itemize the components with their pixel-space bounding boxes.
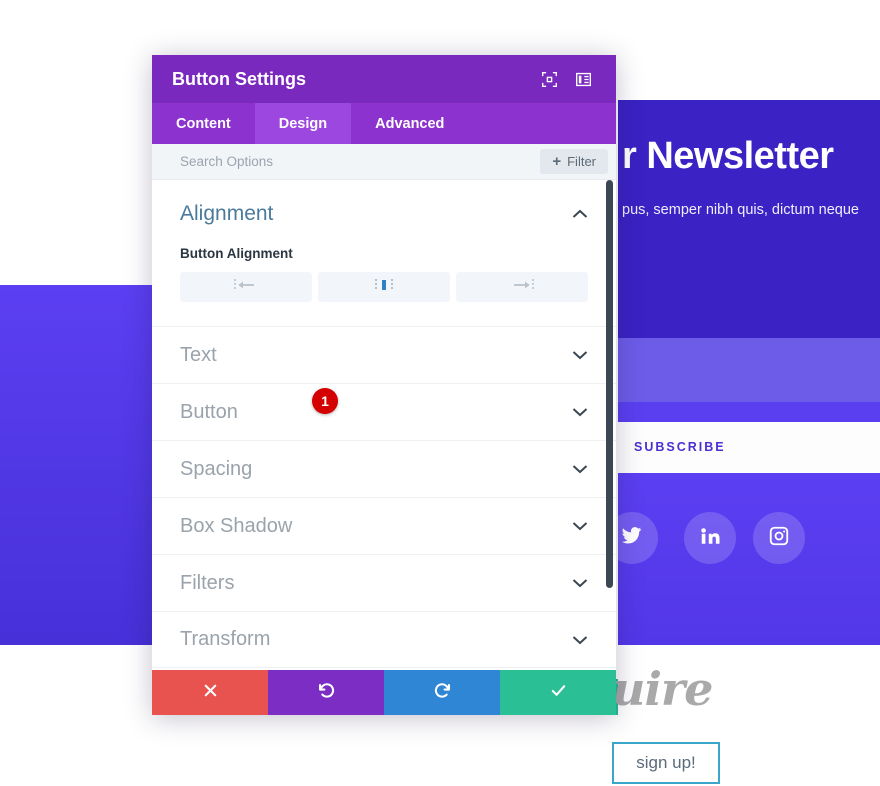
chevron-up-icon[interactable] bbox=[572, 207, 588, 221]
accordion-row-button[interactable]: Button bbox=[152, 383, 616, 440]
newsletter-heading: r Newsletter bbox=[622, 135, 834, 177]
chevron-down-icon[interactable] bbox=[572, 633, 588, 647]
step-badge-1: 1 bbox=[312, 388, 338, 414]
accordion-label: Transform bbox=[180, 628, 271, 650]
accordion-label: Filters bbox=[180, 571, 235, 594]
cancel-button[interactable] bbox=[152, 670, 268, 715]
accordion-label: Button bbox=[180, 400, 238, 423]
social-link-instagram[interactable] bbox=[753, 512, 805, 564]
alignment-section-title: Alignment bbox=[180, 202, 274, 225]
align-left-icon bbox=[232, 277, 260, 298]
alignment-section-header[interactable]: Alignment bbox=[180, 202, 588, 226]
accordion-row-filters[interactable]: Filters bbox=[152, 554, 616, 611]
tab-content-label: Content bbox=[176, 115, 231, 132]
plus-icon: + bbox=[552, 153, 562, 170]
accordion-row-box-shadow[interactable]: Box Shadow bbox=[152, 497, 616, 554]
modal-tabs: Content Design Advanced bbox=[152, 103, 616, 144]
close-icon bbox=[201, 681, 220, 705]
redo-button[interactable] bbox=[384, 670, 500, 715]
align-right-icon bbox=[508, 277, 536, 298]
search-options-bar: Search Options + Filter bbox=[152, 144, 616, 180]
undo-icon bbox=[317, 681, 336, 705]
modal-title: Button Settings bbox=[172, 68, 306, 89]
search-input[interactable]: Search Options bbox=[180, 154, 540, 169]
accordion-label: Box Shadow bbox=[180, 514, 293, 537]
alignment-section: Alignment Button Alignment bbox=[152, 180, 616, 310]
accordion-row-spacing[interactable]: Spacing bbox=[152, 440, 616, 497]
align-right-option[interactable] bbox=[456, 272, 588, 302]
modal-action-bar bbox=[152, 670, 616, 715]
subscribe-button-label: SUBSCRIBE bbox=[634, 440, 726, 454]
accordion-label: Spacing bbox=[180, 457, 253, 480]
tab-design[interactable]: Design bbox=[254, 103, 352, 144]
chevron-down-icon[interactable] bbox=[572, 348, 588, 362]
tab-design-label: Design bbox=[278, 115, 328, 132]
signup-button-label: sign up! bbox=[636, 753, 696, 772]
button-alignment-label: Button Alignment bbox=[180, 246, 293, 261]
redo-icon bbox=[433, 681, 452, 705]
panel-layout-icon[interactable] bbox=[570, 66, 596, 92]
linkedin-icon bbox=[699, 525, 721, 552]
button-settings-modal: Button Settings Content Design Advanced … bbox=[152, 55, 616, 715]
newsletter-form-divider bbox=[618, 402, 880, 422]
align-center-option[interactable] bbox=[318, 272, 450, 302]
undo-button[interactable] bbox=[268, 670, 384, 715]
social-link-linkedin[interactable] bbox=[684, 512, 736, 564]
button-alignment-control bbox=[180, 272, 588, 302]
signup-button[interactable]: sign up! bbox=[612, 742, 720, 784]
tab-content[interactable]: Content bbox=[152, 103, 255, 144]
accordion-label: Text bbox=[180, 343, 217, 366]
chevron-down-icon[interactable] bbox=[572, 576, 588, 590]
align-left-option[interactable] bbox=[180, 272, 312, 302]
chevron-down-icon[interactable] bbox=[572, 462, 588, 476]
modal-titlebar: Button Settings bbox=[152, 55, 616, 103]
site-logo: uire bbox=[612, 662, 713, 716]
newsletter-subtext: pus, semper nibh quis, dictum neque bbox=[622, 202, 859, 218]
instagram-icon bbox=[768, 525, 790, 552]
align-center-icon bbox=[370, 277, 398, 298]
modal-body: Alignment Button Alignment 1 Text Button… bbox=[152, 180, 616, 670]
save-button[interactable] bbox=[500, 670, 616, 715]
modal-scrollbar[interactable] bbox=[606, 180, 613, 588]
tab-advanced-label: Advanced bbox=[375, 115, 445, 132]
accordion-row-transform[interactable]: Transform bbox=[152, 611, 616, 668]
expand-fullscreen-icon[interactable] bbox=[536, 66, 562, 92]
design-options-accordion: Text Button Spacing Box Shadow Filters T… bbox=[152, 326, 616, 668]
accordion-row-text[interactable]: Text bbox=[152, 326, 616, 383]
filter-button-label: Filter bbox=[567, 154, 596, 169]
social-links-band bbox=[618, 473, 880, 645]
newsletter-form-field[interactable] bbox=[618, 338, 880, 402]
chevron-down-icon[interactable] bbox=[572, 405, 588, 419]
check-icon bbox=[549, 681, 568, 705]
tab-advanced[interactable]: Advanced bbox=[351, 103, 468, 144]
filter-button[interactable]: + Filter bbox=[540, 149, 608, 174]
twitter-icon bbox=[621, 525, 643, 552]
chevron-down-icon[interactable] bbox=[572, 519, 588, 533]
